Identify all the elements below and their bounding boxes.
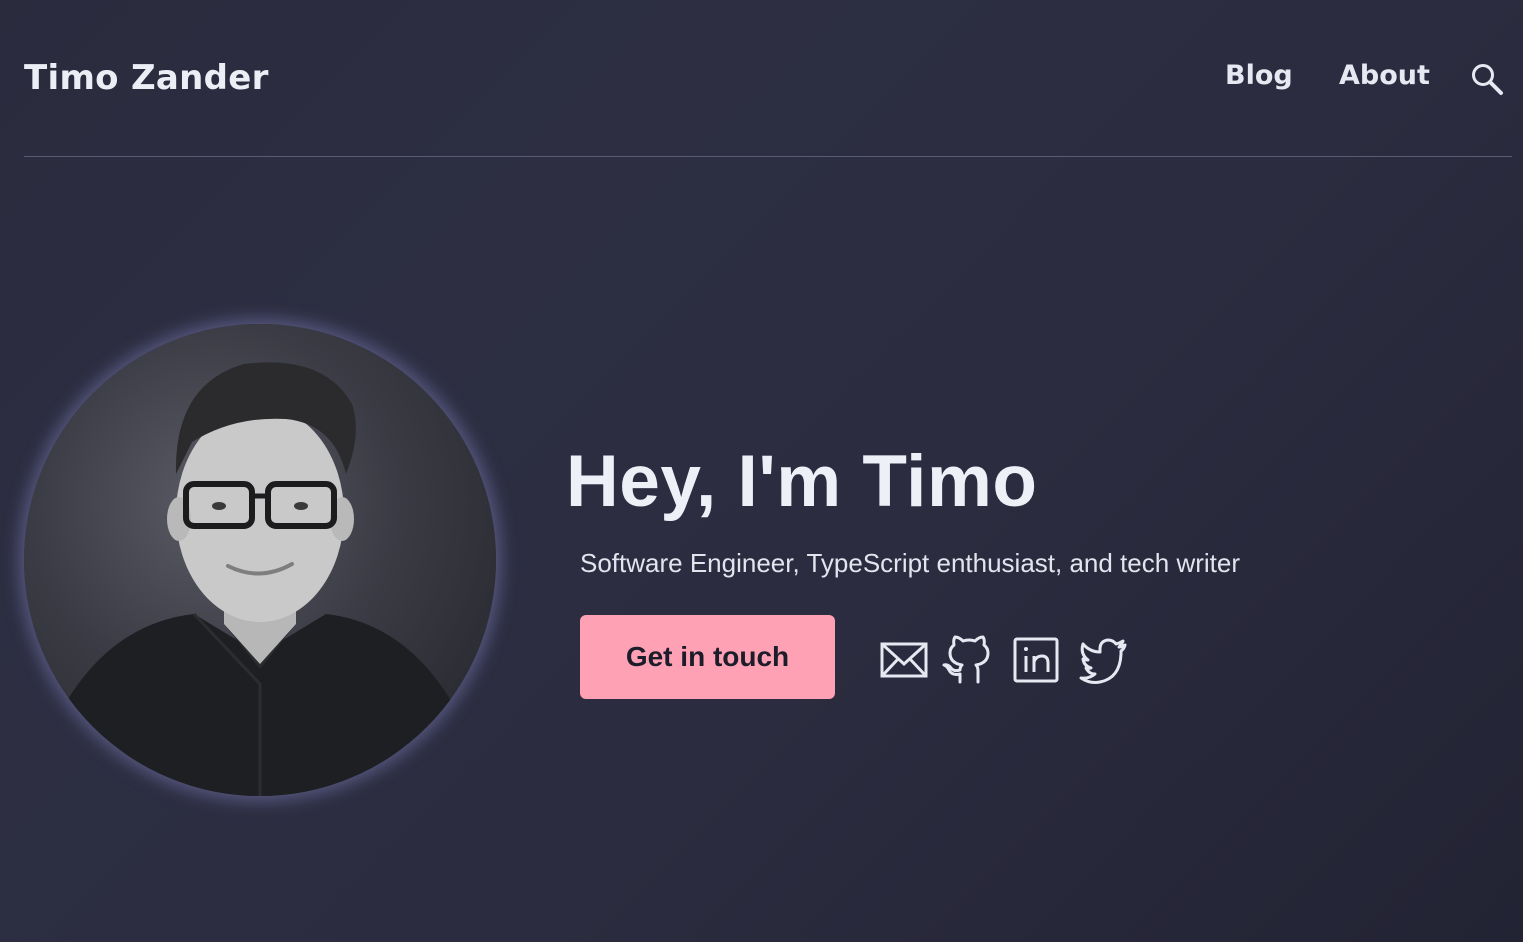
site-header: Timo Zander Blog About — [24, 0, 1512, 157]
twitter-icon[interactable] — [1078, 634, 1130, 686]
linkedin-icon[interactable] — [1010, 634, 1062, 686]
mail-icon[interactable] — [878, 634, 930, 686]
nav-blog-link[interactable]: Blog — [1225, 60, 1293, 91]
hero-subtitle: Software Engineer, TypeScript enthusiast… — [580, 548, 1240, 578]
site-title-link[interactable]: Timo Zander — [24, 58, 269, 98]
get-in-touch-button[interactable]: Get in touch — [580, 615, 835, 699]
search-icon[interactable] — [1470, 62, 1504, 96]
hero-headline: Hey, I'm Timo — [566, 441, 1038, 522]
github-icon[interactable] — [940, 634, 992, 686]
avatar — [24, 324, 496, 796]
nav-about-link[interactable]: About — [1339, 60, 1430, 91]
